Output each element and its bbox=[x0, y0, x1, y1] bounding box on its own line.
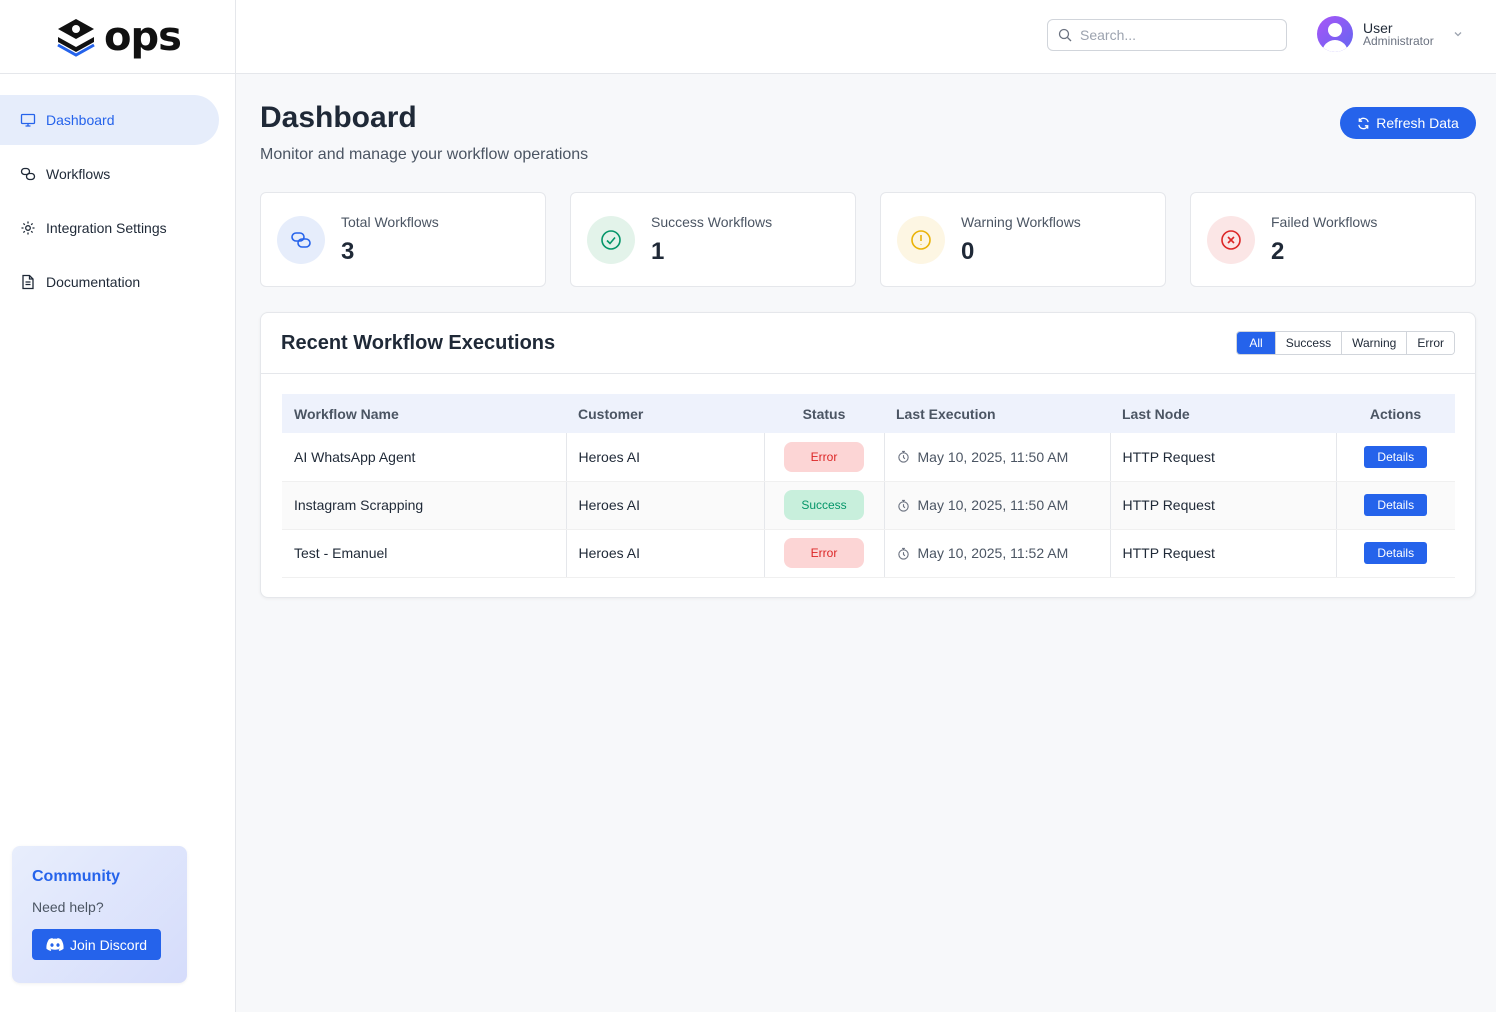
column-header[interactable]: Actions bbox=[1336, 394, 1455, 433]
details-button[interactable]: Details bbox=[1364, 445, 1428, 468]
status-badge: Success bbox=[784, 490, 864, 520]
status-filter-group: All Success Warning Error bbox=[1236, 331, 1455, 355]
workflow-name: AI WhatsApp Agent bbox=[282, 433, 567, 482]
chevron-down-icon bbox=[1454, 32, 1462, 37]
stat-value: 2 bbox=[1271, 237, 1285, 265]
x-circle-icon bbox=[1207, 215, 1255, 264]
stat-card-warning: Warning Workflows 0 bbox=[880, 192, 1166, 287]
filter-success[interactable]: Success bbox=[1274, 332, 1342, 354]
stat-label: Warning Workflows bbox=[961, 213, 1081, 230]
panel-header: Recent Workflow Executions All Success W… bbox=[261, 313, 1475, 374]
discord-icon bbox=[46, 937, 64, 951]
status-badge: Error bbox=[784, 538, 864, 568]
document-icon bbox=[22, 274, 34, 290]
stat-card-success: Success Workflows 1 bbox=[570, 192, 856, 287]
user-name: User bbox=[1363, 19, 1393, 36]
sidebar-item-label: Integration Settings bbox=[46, 220, 167, 236]
filter-error[interactable]: Error bbox=[1406, 332, 1454, 354]
workflow-icon bbox=[20, 167, 36, 181]
user-menu[interactable]: User Administrator bbox=[1317, 16, 1464, 52]
stat-card-total: Total Workflows 3 bbox=[260, 192, 546, 287]
sidebar: ops Dashboard Workflows Integration Sett… bbox=[0, 0, 236, 1012]
monitor-icon bbox=[20, 113, 36, 127]
table-row: Instagram Scrapping Heroes AI Success Ma… bbox=[282, 481, 1455, 530]
stats-row: Total Workflows 3 Success Workflows 1 Wa… bbox=[260, 192, 1476, 287]
refresh-data-label: Refresh Data bbox=[1376, 115, 1459, 131]
stat-value: 0 bbox=[961, 237, 975, 265]
user-role: Administrator bbox=[1363, 33, 1434, 48]
page-subtitle: Monitor and manage your workflow operati… bbox=[260, 146, 589, 163]
sidebar-item-label: Workflows bbox=[46, 166, 111, 182]
last-node: HTTP Request bbox=[1110, 433, 1337, 482]
column-header[interactable]: Last Node bbox=[1110, 394, 1336, 433]
filter-warning[interactable]: Warning bbox=[1341, 332, 1407, 354]
sidebar-item-label: Documentation bbox=[46, 274, 141, 290]
join-discord-label: Join Discord bbox=[70, 936, 148, 953]
stopwatch-icon bbox=[897, 547, 909, 560]
recent-executions-panel: Recent Workflow Executions All Success W… bbox=[260, 312, 1476, 598]
brand-logo-icon bbox=[57, 18, 95, 57]
avatar bbox=[1317, 16, 1353, 52]
status-badge: Error bbox=[784, 441, 864, 472]
stopwatch-icon bbox=[897, 451, 909, 463]
search-icon bbox=[1058, 28, 1072, 42]
column-header[interactable]: Last Execution bbox=[884, 394, 1110, 433]
warning-circle-icon bbox=[897, 215, 945, 264]
customer: Heroes AI bbox=[566, 481, 765, 530]
search-box[interactable] bbox=[1047, 19, 1287, 51]
stat-value: 3 bbox=[341, 237, 355, 265]
stat-card-failed: Failed Workflows 2 bbox=[1190, 192, 1476, 287]
column-header[interactable]: Customer bbox=[566, 394, 764, 433]
executions-table: Workflow Name Customer Status Last Execu… bbox=[282, 394, 1455, 578]
join-discord-button[interactable]: Join Discord bbox=[32, 929, 162, 960]
table-header-row: Workflow Name Customer Status Last Execu… bbox=[282, 394, 1455, 433]
column-header[interactable]: Status bbox=[764, 394, 884, 433]
filter-all[interactable]: All bbox=[1237, 332, 1275, 354]
workflow-name: Instagram Scrapping bbox=[282, 481, 567, 530]
table-row: Test - Emanuel Heroes AI Error May 10, 2… bbox=[282, 529, 1455, 578]
sidebar-item-workflows[interactable]: Workflows bbox=[0, 149, 219, 199]
stat-label: Total Workflows bbox=[341, 213, 439, 230]
brand-name: ops bbox=[104, 13, 182, 60]
last-execution: May 10, 2025, 11:52 AM bbox=[917, 545, 1069, 561]
table-row: AI WhatsApp Agent Heroes AI Error May 10… bbox=[282, 433, 1455, 482]
community-subtitle: Need help? bbox=[32, 899, 104, 915]
sidebar-nav: Dashboard Workflows Integration Settings… bbox=[0, 74, 235, 307]
last-node: HTTP Request bbox=[1110, 481, 1337, 530]
refresh-data-button[interactable]: Refresh Data bbox=[1340, 107, 1476, 139]
last-execution: May 10, 2025, 11:50 AM bbox=[917, 497, 1069, 513]
check-circle-icon bbox=[587, 215, 635, 264]
last-node: HTTP Request bbox=[1110, 529, 1337, 578]
search-input[interactable] bbox=[1080, 27, 1270, 43]
gear-icon bbox=[21, 221, 35, 235]
details-button[interactable]: Details bbox=[1364, 542, 1428, 564]
logo[interactable]: ops bbox=[0, 0, 235, 74]
workflow-icon bbox=[277, 215, 325, 264]
stat-value: 1 bbox=[651, 237, 665, 265]
stat-label: Failed Workflows bbox=[1271, 213, 1378, 230]
last-execution: May 10, 2025, 11:50 AM bbox=[917, 448, 1069, 465]
customer: Heroes AI bbox=[566, 529, 765, 578]
workflow-name: Test - Emanuel bbox=[282, 529, 567, 578]
panel-title: Recent Workflow Executions bbox=[281, 331, 556, 354]
column-header[interactable]: Workflow Name bbox=[282, 394, 566, 433]
topbar: User Administrator bbox=[236, 0, 1496, 74]
sidebar-item-documentation[interactable]: Documentation bbox=[0, 257, 219, 307]
page-title: Dashboard bbox=[260, 101, 417, 134]
community-card: Community Need help? Join Discord bbox=[12, 846, 187, 983]
refresh-icon bbox=[1358, 117, 1370, 129]
sidebar-item-integration-settings[interactable]: Integration Settings bbox=[0, 203, 219, 253]
stopwatch-icon bbox=[897, 499, 909, 512]
sidebar-item-dashboard[interactable]: Dashboard bbox=[0, 95, 219, 145]
details-button[interactable]: Details bbox=[1364, 494, 1428, 516]
sidebar-item-label: Dashboard bbox=[46, 112, 115, 128]
stat-label: Success Workflows bbox=[651, 213, 773, 230]
customer: Heroes AI bbox=[566, 433, 765, 482]
community-title: Community bbox=[32, 868, 120, 885]
